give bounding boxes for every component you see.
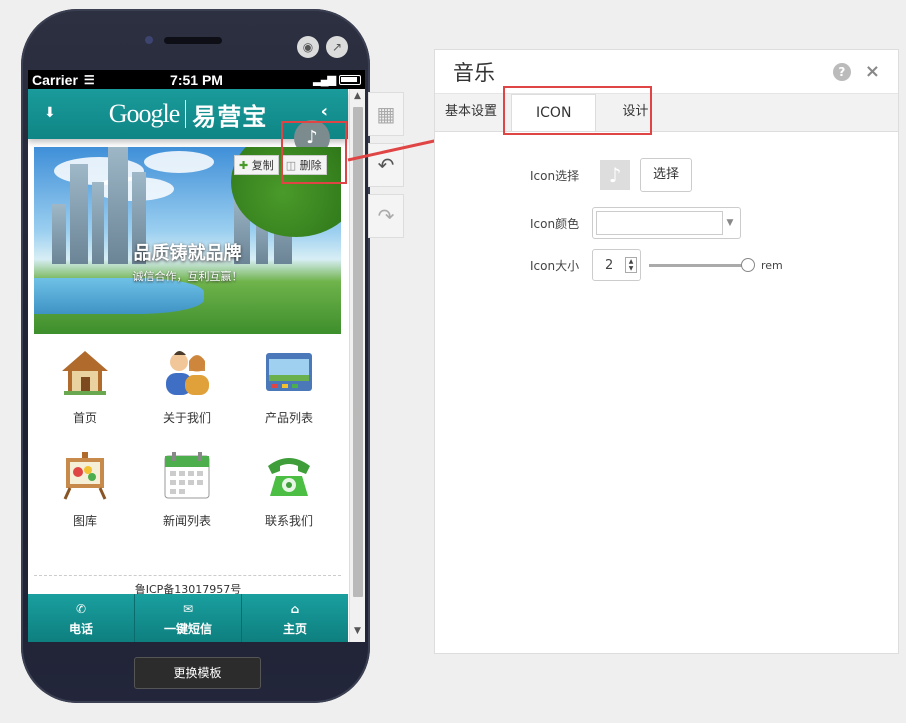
panel-title: 音乐 xyxy=(453,60,495,85)
bottom-nav: ✆ 电话 ✉ 一键短信 ⌂ 主页 xyxy=(28,594,348,642)
message-icon: ✉ xyxy=(182,602,194,616)
redo-icon[interactable]: ↷ xyxy=(368,194,404,238)
arrow-down-icon[interactable]: ⬇ xyxy=(44,105,56,121)
phone-icon: ✆ xyxy=(75,602,87,616)
close-icon[interactable]: × xyxy=(865,61,880,82)
slider-handle[interactable] xyxy=(741,257,755,272)
color-picker[interactable]: ▼ xyxy=(592,207,741,239)
grid-label: 图库 xyxy=(72,514,97,528)
grid-label: 产品列表 xyxy=(264,411,313,425)
grid-item-home[interactable]: 首页 xyxy=(45,347,125,426)
status-bar: Carrier ☰ 7:51 PM ▂▄▆ xyxy=(28,70,365,89)
grid-item-contact[interactable]: 联系我们 xyxy=(249,450,329,529)
bottom-nav-home[interactable]: ⌂ 主页 xyxy=(242,594,348,642)
wechat-icon[interactable]: ◉ xyxy=(297,36,319,58)
size-unit: rem xyxy=(761,258,783,272)
grid-label: 联系我们 xyxy=(264,514,313,528)
people-icon xyxy=(162,347,212,397)
icon-select-label: Icon选择 xyxy=(530,168,580,183)
bottom-nav-label: 主页 xyxy=(282,622,307,636)
select-button[interactable]: 选择 xyxy=(640,158,693,192)
easel-icon xyxy=(60,450,110,500)
plus-icon: ✚ xyxy=(239,159,249,172)
help-icon[interactable]: ? xyxy=(832,62,851,81)
music-note-icon: ♪ xyxy=(600,160,630,190)
icon-size-label: Icon大小 xyxy=(530,258,580,273)
brand-google: Google xyxy=(108,99,181,128)
grid-item-products[interactable]: 产品列表 xyxy=(249,347,329,426)
speaker xyxy=(164,37,222,44)
color-swatch xyxy=(596,211,723,235)
bottom-nav-sms[interactable]: ✉ 一键短信 xyxy=(135,594,242,642)
brand-name: 易营宝 xyxy=(192,102,268,131)
icon-size-row: Icon大小 2 ▲ ▼ rem xyxy=(530,249,783,281)
brand-divider xyxy=(185,100,187,128)
house-icon xyxy=(60,347,110,397)
copy-button[interactable]: ✚ 复制 xyxy=(234,155,279,175)
grid-label: 关于我们 xyxy=(162,411,211,425)
size-stepper[interactable]: 2 ▲ ▼ xyxy=(592,249,641,281)
bottom-nav-label: 一键短信 xyxy=(163,622,212,636)
highlight-box-tabs xyxy=(503,86,652,135)
scroll-thumb[interactable] xyxy=(353,107,363,597)
icon-select-row: Icon选择 ♪ 选择 xyxy=(530,158,693,192)
copy-label: 复制 xyxy=(251,159,274,172)
phone-frame: ◉ ↗ Carrier ☰ 7:51 PM ▂▄▆ ⬇ Google 易营宝 ‹… xyxy=(21,9,370,703)
size-slider[interactable] xyxy=(649,257,755,272)
size-value: 2 xyxy=(605,257,614,273)
chevron-left-icon[interactable]: ‹ xyxy=(321,101,328,122)
stepper-arrows-icon[interactable]: ▲ ▼ xyxy=(625,257,637,273)
settings-panel: 音乐 ? × 基本设置 ICON 设计 Icon选择 ♪ 选择 Icon颜色 ▼… xyxy=(434,49,899,654)
scroll-up-icon[interactable]: ▲ xyxy=(350,91,365,105)
camera xyxy=(145,36,153,44)
bottom-nav-label: 电话 xyxy=(68,622,93,636)
scroll-down-icon[interactable]: ▼ xyxy=(350,626,365,640)
highlight-box-music xyxy=(281,121,347,184)
grid-item-gallery[interactable]: 图库 xyxy=(45,450,125,529)
home-icon: ⌂ xyxy=(290,602,300,616)
chart-icon[interactable]: ↗ xyxy=(326,36,348,58)
grid-label: 首页 xyxy=(72,411,97,425)
tab-basic[interactable]: 基本设置 xyxy=(435,94,507,131)
window-icon xyxy=(264,347,314,397)
scrollbar[interactable]: ▲ ▼ xyxy=(349,89,365,642)
telephone-icon xyxy=(264,450,314,500)
divider xyxy=(34,575,341,576)
dropdown-arrow-icon: ▼ xyxy=(726,218,734,228)
grid-item-news[interactable]: 新闻列表 xyxy=(147,450,227,529)
signal-icon: ▂▄▆ xyxy=(313,74,336,86)
icon-color-label: Icon颜色 xyxy=(530,216,580,231)
battery-icon xyxy=(339,75,361,85)
grid-label: 新闻列表 xyxy=(162,514,211,528)
change-template-button[interactable]: 更换模板 xyxy=(134,657,261,689)
grid-item-about[interactable]: 关于我们 xyxy=(147,347,227,426)
banner-slogan: 品质铸就品牌 xyxy=(133,243,242,264)
banner-subtitle: 诚信合作，互利互赢！ xyxy=(132,270,243,283)
calendar-icon xyxy=(162,450,212,500)
bottom-nav-phone[interactable]: ✆ 电话 xyxy=(28,594,135,642)
icon-color-row: Icon颜色 ▼ xyxy=(530,207,741,239)
